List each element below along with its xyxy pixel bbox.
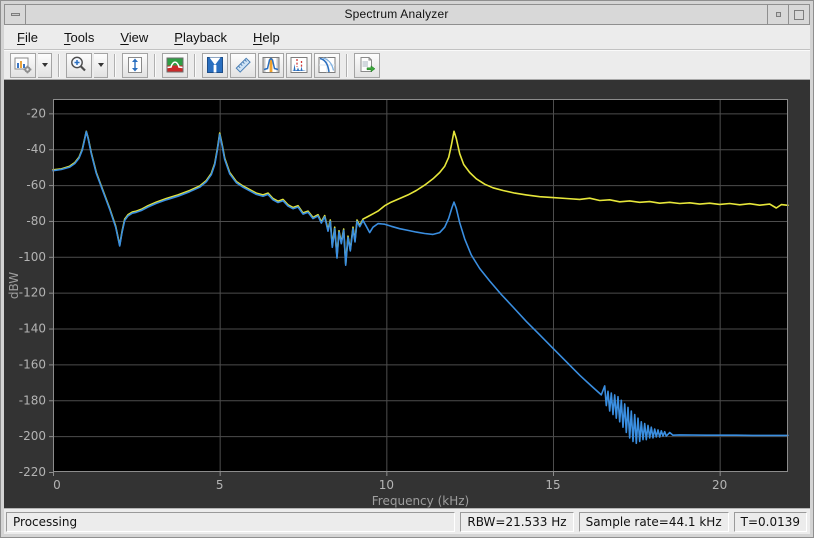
- chevron-down-icon: [41, 63, 48, 67]
- toolbar-separator: [194, 53, 196, 77]
- y-axis-label: dBW: [7, 272, 21, 299]
- ccdf-measurements-button[interactable]: [314, 52, 340, 78]
- menu-help[interactable]: Help: [253, 30, 280, 45]
- fit-to-view-button[interactable]: [122, 52, 148, 78]
- status-processing: Processing: [6, 511, 456, 532]
- spectrum-red-green-icon: [166, 57, 184, 73]
- plot-area[interactable]: [53, 99, 788, 472]
- playback-export-button[interactable]: [354, 52, 380, 78]
- menu-file[interactable]: File: [17, 30, 38, 45]
- svg-text:0: 0: [53, 478, 61, 492]
- magnifier-plus-icon: [71, 56, 86, 72]
- spectrum-settings-button[interactable]: [162, 52, 188, 78]
- peak-finder-button[interactable]: [258, 52, 284, 78]
- menu-tools[interactable]: Tools: [64, 30, 94, 45]
- zoom-dropdown[interactable]: [94, 52, 108, 78]
- status-rbw: RBW=21.533 Hz: [460, 511, 574, 532]
- toolbar-separator: [154, 53, 156, 77]
- window-menu-icon: [10, 13, 20, 16]
- menu-view[interactable]: View: [120, 30, 148, 45]
- svg-text:5: 5: [216, 478, 224, 492]
- toolbar-separator: [346, 53, 348, 77]
- toolbar-separator: [114, 53, 116, 77]
- minimize-button[interactable]: [767, 5, 788, 24]
- toolbar-separator: [58, 53, 60, 77]
- svg-text:-20: -20: [26, 106, 46, 120]
- svg-text:-120: -120: [19, 286, 46, 300]
- svg-text:-160: -160: [19, 357, 46, 371]
- cursor-measurements-button[interactable]: [230, 52, 256, 78]
- spectrum-analyzer-window: Spectrum Analyzer File Tools View Playback H…: [0, 0, 814, 538]
- configuration-button[interactable]: [10, 52, 36, 78]
- window-title: Spectrum Analyzer: [344, 7, 449, 21]
- window-menu-button[interactable]: [5, 5, 26, 24]
- maximize-button[interactable]: [788, 5, 809, 24]
- svg-text:15: 15: [545, 478, 560, 492]
- figure-area: -20 -40 -60 -80 -100 -120 -140 -160 -180 -200 -220…: [4, 80, 810, 508]
- statusbar: Processing RBW=21.533 Hz Sample rate=44.…: [4, 508, 810, 534]
- peak-band-icon: [262, 57, 280, 73]
- zoom-in-button[interactable]: [66, 52, 92, 78]
- svg-text:-180: -180: [19, 393, 46, 407]
- x-axis-label: Frequency (kHz): [372, 494, 469, 508]
- distortion-dashed-icon: [290, 57, 308, 73]
- svg-text:-220: -220: [19, 465, 46, 479]
- svg-text:-80: -80: [26, 214, 46, 228]
- spectrum-plot: -20 -40 -60 -80 -100 -120 -140 -160 -180 -200 -220…: [7, 99, 789, 508]
- ruler-icon: [235, 57, 251, 73]
- svg-text:-100: -100: [19, 250, 46, 264]
- chevron-down-icon: [97, 63, 104, 67]
- svg-text:-200: -200: [19, 429, 46, 443]
- minimize-icon: [775, 12, 781, 17]
- status-sample-rate: Sample rate=44.1 kHz: [578, 511, 729, 532]
- vertical-fit-icon: [128, 57, 142, 73]
- spectral-mask-button[interactable]: [202, 52, 228, 78]
- configuration-dropdown[interactable]: [38, 52, 52, 78]
- svg-text:-60: -60: [26, 178, 46, 192]
- chart-gear-icon: [14, 57, 32, 74]
- svg-text:-140: -140: [19, 322, 46, 336]
- maximize-icon: [794, 9, 804, 20]
- ccdf-curves-icon: [318, 57, 336, 73]
- document-green-arrow-icon: [360, 57, 376, 73]
- distortion-measurements-button[interactable]: [286, 52, 312, 78]
- svg-text:20: 20: [712, 478, 727, 492]
- menu-playback[interactable]: Playback: [174, 30, 227, 45]
- toolbar: [4, 50, 810, 80]
- titlebar[interactable]: Spectrum Analyzer: [4, 4, 810, 25]
- menubar: File Tools View Playback Help: [4, 25, 810, 50]
- status-time: T=0.0139: [733, 511, 807, 532]
- svg-text:-40: -40: [26, 142, 46, 156]
- svg-text:10: 10: [379, 478, 394, 492]
- blue-mask-icon: [207, 57, 223, 73]
